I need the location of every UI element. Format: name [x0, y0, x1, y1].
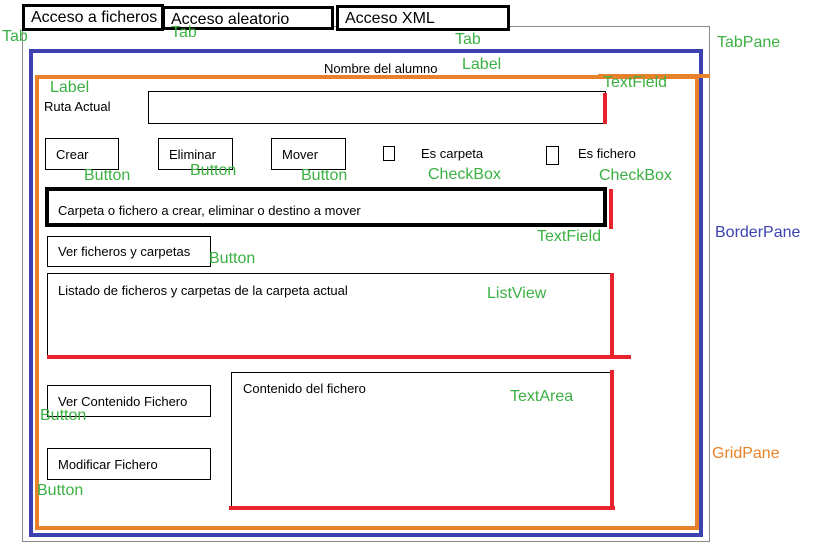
- ruta-actual-field[interactable]: [148, 91, 606, 124]
- target-textfield[interactable]: Carpeta o fichero a crear, eliminar o de…: [45, 187, 607, 227]
- textarea-marker-right: [610, 370, 614, 509]
- gridpane-annotation: GridPane: [712, 445, 780, 462]
- borderpane-annotation: BorderPane: [715, 224, 801, 241]
- button-annotation: Button: [209, 250, 256, 267]
- label-annotation: Label: [50, 79, 90, 96]
- textfield-marker: [603, 93, 607, 124]
- tabpane-annotation: TabPane: [717, 34, 781, 51]
- textarea-annotation: TextArea: [510, 388, 574, 405]
- listview-marker-bottom: [47, 355, 631, 359]
- button-annotation: Button: [37, 482, 84, 499]
- listview-marker-right: [610, 273, 614, 357]
- tab-annotation: Tab: [2, 28, 28, 45]
- textarea-marker-bottom: [229, 506, 615, 510]
- listview-placeholder: Listado de ficheros y carpetas de la car…: [58, 283, 348, 298]
- textfield-annotation: TextField: [537, 228, 602, 245]
- button-annotation: Button: [301, 167, 348, 184]
- tab-acceso-xml[interactable]: Acceso XML: [336, 5, 510, 31]
- es-carpeta-checkbox[interactable]: [383, 146, 395, 161]
- target-textfield-text: Carpeta o fichero a crear, eliminar o de…: [58, 203, 361, 218]
- listview-annotation: ListView: [487, 285, 547, 302]
- es-fichero-label: Es fichero: [578, 146, 636, 161]
- label-annotation: Label: [462, 56, 502, 73]
- es-fichero-checkbox[interactable]: [546, 146, 559, 165]
- ver-ficheros-button[interactable]: Ver ficheros y carpetas: [47, 236, 211, 267]
- mover-button[interactable]: Mover: [271, 138, 346, 170]
- tab-annotation: Tab: [455, 31, 481, 48]
- es-carpeta-label: Es carpeta: [421, 146, 484, 161]
- textfield-annotation: TextField: [603, 74, 668, 91]
- tab-acceso-ficheros[interactable]: Acceso a ficheros: [22, 4, 164, 31]
- modificar-button[interactable]: Modificar Fichero: [47, 448, 211, 480]
- checkbox-annotation: CheckBox: [599, 167, 672, 184]
- textarea-placeholder: Contenido del fichero: [243, 381, 366, 396]
- student-name-label: Nombre del alumno: [324, 61, 438, 76]
- checkbox-annotation: CheckBox: [428, 166, 501, 183]
- textfield-marker: [609, 189, 613, 229]
- tab-annotation: Tab: [171, 24, 197, 41]
- ruta-actual-label: Ruta Actual: [44, 99, 111, 114]
- button-annotation: Button: [84, 167, 131, 184]
- button-annotation: Button: [40, 407, 87, 424]
- crear-button[interactable]: Crear: [45, 138, 119, 170]
- button-annotation: Button: [190, 162, 237, 179]
